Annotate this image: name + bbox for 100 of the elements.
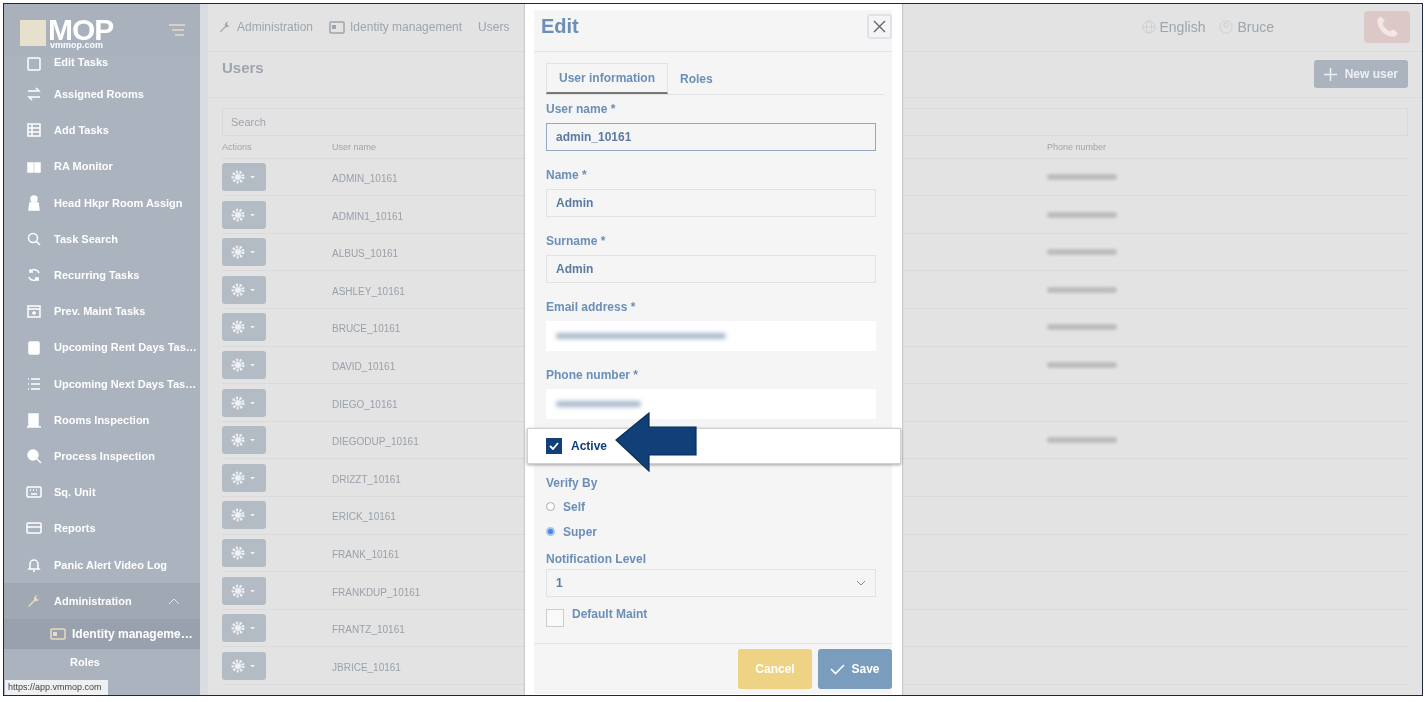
list-icon	[26, 122, 42, 139]
cancel-button[interactable]: Cancel	[738, 649, 812, 689]
table-cell: DIEGO_10161	[332, 398, 398, 410]
radio-label: Self	[563, 499, 585, 514]
sidebar-item[interactable]: Add Tasks	[4, 112, 200, 149]
tab[interactable]: User information	[546, 63, 668, 94]
gear-icon	[231, 170, 257, 184]
language-selector[interactable]: English	[1141, 19, 1206, 36]
actions-dropdown-button[interactable]	[222, 614, 266, 643]
actions-dropdown-button[interactable]	[222, 576, 266, 605]
tab[interactable]: Roles	[668, 63, 725, 94]
input-field[interactable]: admin_10161	[546, 123, 876, 151]
table-cell: JBRICE_10161	[332, 661, 401, 673]
sidebar-item[interactable]: Process Inspection	[4, 437, 200, 475]
radio-button[interactable]	[546, 527, 555, 536]
new-user-button[interactable]: New user	[1313, 60, 1408, 89]
breadcrumb-link[interactable]: Administration	[218, 20, 314, 35]
actions-dropdown-button[interactable]	[222, 463, 266, 492]
id-card-icon	[329, 20, 346, 34]
input-field[interactable]: Admin	[546, 255, 876, 283]
person-icon	[26, 194, 42, 211]
breadcrumb-link[interactable]: Users	[478, 20, 510, 35]
wrench-icon	[26, 592, 42, 609]
actions-dropdown-button[interactable]	[222, 651, 266, 680]
sidebar-item[interactable]: Recurring Tasks	[4, 256, 200, 294]
sidebar-item[interactable]: Rooms Inspection	[4, 401, 200, 438]
dialog-title: Edit	[541, 15, 579, 38]
gear-icon	[231, 245, 257, 260]
field-label: Surname *	[546, 234, 607, 248]
check-icon	[549, 442, 559, 450]
calendar-icon	[26, 303, 42, 320]
field-label: Email address *	[546, 300, 637, 314]
wrench-icon	[218, 20, 232, 35]
sidebar-item[interactable]: Upcoming Rent Days Tas…	[4, 329, 200, 366]
gear-icon	[231, 545, 257, 560]
actions-dropdown-button[interactable]	[222, 501, 266, 530]
sidebar-item[interactable]: Upcoming Next Days Tas…	[4, 365, 200, 402]
sidebar-item[interactable]: Head Hkpr Room Assign	[4, 184, 200, 221]
radio-label: Super	[563, 524, 597, 539]
blurred-input-field[interactable]	[546, 321, 876, 351]
table-cell: DRIZZT_10161	[332, 473, 401, 485]
gear-icon	[231, 621, 257, 636]
sidebar-item[interactable]: Sq. Unit	[4, 474, 200, 511]
sidebar-item[interactable]: Reports	[4, 510, 200, 547]
input-field[interactable]: Admin	[546, 189, 876, 217]
actions-dropdown-button[interactable]	[222, 426, 266, 455]
sidebar-item[interactable]: Administration	[4, 582, 200, 619]
close-button[interactable]	[867, 14, 892, 39]
sidebar-item[interactable]: Task Search	[4, 220, 200, 257]
actions-dropdown-button[interactable]	[222, 163, 266, 191]
gear-icon	[231, 508, 257, 523]
gear-icon	[231, 282, 257, 297]
actions-dropdown-button[interactable]	[222, 313, 266, 342]
menu-icon[interactable]	[168, 23, 186, 37]
checkbox-label: Active	[571, 439, 608, 453]
table-cell: FRANKDUP_10161	[332, 586, 421, 598]
field-label: Verify By	[546, 476, 599, 490]
sidebar-item[interactable]: Identity manageme…	[4, 618, 200, 649]
sidebar-item[interactable]: Assigned Rooms	[4, 76, 200, 113]
close-icon	[873, 20, 886, 33]
search-icon	[26, 230, 42, 247]
actions-dropdown-button[interactable]	[222, 275, 266, 304]
checkbox[interactable]	[546, 438, 562, 454]
zoom-icon	[26, 447, 42, 464]
sidebar-item[interactable]: Panic Alert Video Log	[4, 546, 200, 583]
actions-dropdown-button[interactable]	[222, 350, 266, 379]
user-menu[interactable]: Bruce	[1219, 19, 1274, 36]
globe-icon	[1141, 20, 1156, 35]
save-button[interactable]: Save	[818, 649, 892, 689]
table-cell: ASHLEY_10161	[332, 285, 405, 297]
sidebar-item[interactable]: Roles	[4, 648, 200, 675]
gear-icon	[231, 357, 257, 372]
refresh-icon	[26, 267, 42, 284]
table-cell: FRANTZ_10161	[332, 624, 405, 636]
status-url: https://app.vmmop.com	[5, 680, 108, 695]
check-icon	[830, 663, 846, 675]
door-icon	[26, 411, 42, 428]
table-cell: ADMIN_10161	[332, 173, 398, 184]
sidebar-item[interactable]: Prev. Maint Tasks	[4, 293, 200, 330]
column-header: Actions	[222, 141, 253, 152]
blurred-input-field[interactable]	[546, 389, 876, 419]
gear-icon	[231, 470, 257, 485]
chevron-down-icon	[856, 580, 866, 586]
breadcrumb-link[interactable]: Identity management	[329, 20, 463, 35]
bell-icon	[26, 556, 42, 573]
checkbox-label: Default Maint	[572, 607, 648, 621]
column-header[interactable]: Phone number	[1047, 141, 1167, 152]
gear-icon	[231, 583, 257, 598]
sidebar-item[interactable]: RA Monitor	[4, 148, 200, 185]
actions-dropdown-button[interactable]	[222, 538, 266, 567]
gear-icon	[231, 395, 257, 410]
radio-button[interactable]	[546, 502, 555, 511]
actions-dropdown-button[interactable]	[222, 388, 266, 417]
phone-button[interactable]	[1364, 11, 1410, 44]
field-label: Phone number *	[546, 368, 639, 382]
table-cell: ERICK_10161	[332, 511, 396, 523]
sidebar-item[interactable]: Edit Tasks	[4, 56, 200, 76]
select-field[interactable]: 1	[546, 569, 876, 597]
actions-dropdown-button[interactable]	[222, 238, 266, 267]
actions-dropdown-button[interactable]	[222, 200, 266, 229]
